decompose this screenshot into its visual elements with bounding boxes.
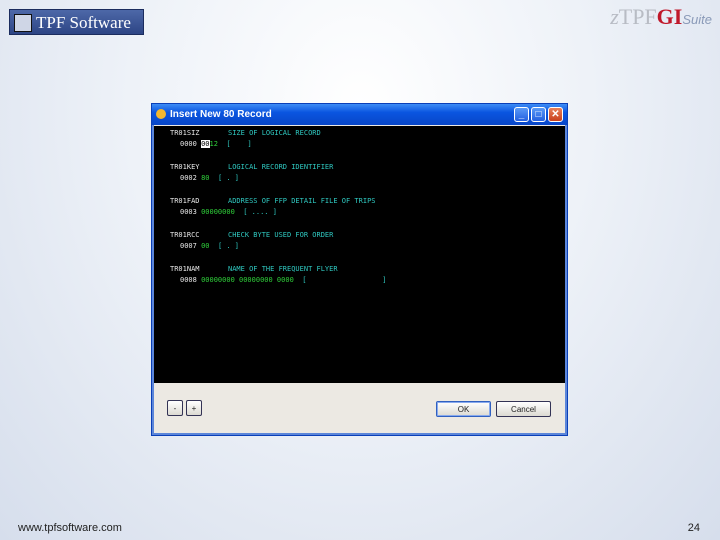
- field-name: TR01SIZ: [170, 129, 200, 137]
- field-name: TR01NAM: [170, 265, 200, 273]
- minimize-button[interactable]: _: [514, 107, 529, 122]
- field-value[interactable]: 80: [201, 174, 209, 182]
- field-description: ADDRESS OF FFP DETAIL FILE OF TRIPS: [228, 197, 376, 205]
- field-description: LOGICAL RECORD IDENTIFIER: [228, 163, 334, 171]
- dialog-title: Insert New 80 Record: [170, 109, 272, 120]
- field-row: 0008 00000000 00000000 0000 [ ]: [180, 276, 387, 284]
- field-offset: 0000: [180, 140, 197, 148]
- field-ascii: [ .... ]: [243, 208, 277, 216]
- field-description: NAME OF THE FREQUENT FLYER: [228, 265, 338, 273]
- field-name: TR01FAD: [170, 197, 200, 205]
- record-editor[interactable]: TR01SIZ SIZE OF LOGICAL RECORD 0000 0012…: [154, 126, 565, 383]
- field-description: SIZE OF LOGICAL RECORD: [228, 129, 321, 137]
- maximize-button[interactable]: □: [531, 107, 546, 122]
- footer-url: www.tpfsoftware.com: [18, 522, 122, 534]
- add-button[interactable]: +: [186, 400, 202, 416]
- field-offset: 0002: [180, 174, 197, 182]
- field-value[interactable]: 00000000: [201, 208, 235, 216]
- field-offset: 0007: [180, 242, 197, 250]
- field-ascii: [ ]: [302, 276, 387, 284]
- cursor-value[interactable]: 00: [201, 140, 210, 148]
- cancel-button[interactable]: Cancel: [496, 401, 551, 417]
- brand-gi: GI: [656, 4, 683, 29]
- field-value[interactable]: 12: [210, 140, 218, 148]
- brand-z: z: [610, 4, 619, 29]
- field-name: TR01RCC: [170, 231, 200, 239]
- insert-record-dialog: Insert New 80 Record _ □ ✕ TR01SIZ SIZE …: [151, 103, 568, 436]
- remove-button[interactable]: -: [167, 400, 183, 416]
- page-number: 24: [687, 522, 700, 534]
- close-button[interactable]: ✕: [548, 107, 563, 122]
- dialog-titlebar: Insert New 80 Record _ □ ✕: [152, 104, 567, 125]
- field-ascii: [ . ]: [217, 242, 240, 250]
- field-row: 0007 00 [ . ]: [180, 242, 239, 250]
- field-ascii: [ . ]: [217, 174, 240, 182]
- brand-suite: Suite: [682, 12, 712, 27]
- ztpfgi-suite-logo: zTPFGISuite: [610, 4, 712, 30]
- field-name: TR01KEY: [170, 163, 200, 171]
- field-value[interactable]: 00000000 00000000 0000: [201, 276, 294, 284]
- field-row: 0003 00000000 [ .... ]: [180, 208, 277, 216]
- brand-tpf: TPF: [618, 4, 657, 29]
- logo-mark-icon: [14, 14, 32, 32]
- ok-button[interactable]: OK: [436, 401, 491, 417]
- field-offset: 0008: [180, 276, 197, 284]
- logo-text: TPF Software: [36, 13, 131, 32]
- tpf-software-logo: TPF Software: [9, 9, 144, 35]
- field-row: 0002 80 [ . ]: [180, 174, 239, 182]
- field-ascii: [ ]: [226, 140, 252, 148]
- app-icon: [156, 109, 166, 119]
- field-description: CHECK BYTE USED FOR ORDER: [228, 231, 334, 239]
- field-value[interactable]: 00: [201, 242, 209, 250]
- field-offset: 0003: [180, 208, 197, 216]
- field-row: 0000 0012 [ ]: [180, 140, 252, 148]
